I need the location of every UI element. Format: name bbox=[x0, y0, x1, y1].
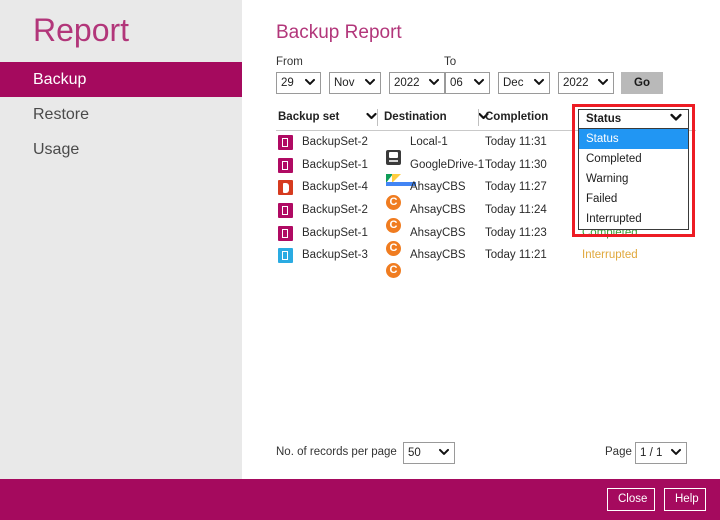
to-year-select[interactable]: 2020202120222023 bbox=[558, 72, 614, 94]
to-month-select[interactable]: JanFebMarAprMayJunJulAugSepOctNovDec bbox=[498, 72, 550, 94]
sidebar-item-restore[interactable]: Restore bbox=[0, 97, 242, 132]
from-label: From bbox=[276, 56, 303, 68]
records-per-page-label: No. of records per page bbox=[276, 446, 397, 458]
cell-backup-set: BackupSet-3 bbox=[302, 249, 368, 262]
cell-completion: Today 11:21 bbox=[485, 249, 547, 262]
records-per-page-wrap: 10203050100 bbox=[403, 442, 455, 464]
to-label: To bbox=[444, 56, 457, 68]
status-filter-select[interactable]: Status bbox=[578, 109, 689, 129]
chevron-down-icon bbox=[670, 113, 682, 125]
cell-backup-set: BackupSet-1 bbox=[302, 226, 368, 239]
column-header-completion: Completion bbox=[485, 106, 579, 129]
cell-destination: AhsayCBS bbox=[410, 181, 466, 194]
page-select-wrap: 1 / 1 bbox=[635, 442, 687, 464]
column-header-label: Destination bbox=[384, 111, 447, 123]
from-year-wrap: 2020202120222023 bbox=[389, 72, 445, 94]
cell-completion: Today 11:31 bbox=[485, 136, 547, 148]
cell-destination: AhsayCBS bbox=[410, 249, 466, 262]
chevron-down-icon[interactable] bbox=[366, 106, 377, 129]
cell-status: Interrupted bbox=[582, 249, 638, 262]
ahsaycbs-icon bbox=[386, 263, 401, 279]
app-title: Report bbox=[33, 12, 130, 48]
sidebar-item-usage[interactable]: Usage bbox=[0, 132, 242, 167]
from-year-select[interactable]: 2020202120222023 bbox=[389, 72, 445, 94]
page-title: Backup Report bbox=[276, 22, 402, 43]
ms-office-icon bbox=[278, 180, 293, 196]
from-month-select[interactable]: JanFebMarAprMayJunJulAugSepOctNovDec bbox=[329, 72, 381, 94]
table-row[interactable]: BackupSet-3 AhsayCBS Today 11:21 Interrupte… bbox=[276, 244, 696, 279]
status-filter-options-list[interactable]: Status Completed Warning Failed Interrupted bbox=[578, 129, 689, 230]
cell-backup-set: BackupSet-1 bbox=[302, 158, 368, 171]
cell-completion: Today 11:30 bbox=[485, 158, 547, 171]
page-select[interactable]: 1 / 1 bbox=[635, 442, 687, 464]
cell-completion: Today 11:27 bbox=[485, 181, 547, 194]
sidebar-item-label: Backup bbox=[33, 71, 87, 88]
help-button[interactable]: Help bbox=[664, 488, 706, 511]
sidebar-item-label: Restore bbox=[33, 106, 90, 123]
cell-backup-set: BackupSet-2 bbox=[302, 204, 368, 217]
status-option-warning[interactable]: Warning bbox=[579, 169, 688, 189]
status-option-interrupted[interactable]: Interrupted bbox=[579, 209, 688, 229]
status-option-failed[interactable]: Failed bbox=[579, 189, 688, 209]
file-icon bbox=[278, 203, 293, 219]
column-header-backup-set[interactable]: Backup set bbox=[278, 106, 378, 129]
cell-backup-set: BackupSet-4 bbox=[302, 181, 368, 194]
status-option-completed[interactable]: Completed bbox=[579, 149, 688, 169]
sidebar-item-backup[interactable]: Backup bbox=[0, 62, 242, 97]
to-day-select[interactable]: 0102030405060708091011121314151617181920… bbox=[445, 72, 490, 94]
header-divider bbox=[478, 109, 479, 126]
sidebar-item-label: Usage bbox=[33, 141, 80, 158]
status-filter-selected-value: Status bbox=[586, 113, 622, 125]
from-day-select[interactable]: 0102030405060708091011121314151617181920… bbox=[276, 72, 321, 94]
column-header-label: Completion bbox=[485, 111, 549, 123]
to-day-wrap: 0102030405060708091011121314151617181920… bbox=[445, 72, 490, 94]
cell-destination: GoogleDrive-1 bbox=[410, 158, 485, 171]
file-icon bbox=[278, 157, 293, 173]
cloud-file-icon bbox=[278, 248, 293, 264]
to-year-wrap: 2020202120222023 bbox=[558, 72, 614, 94]
column-header-destination[interactable]: Destination bbox=[384, 106, 489, 129]
page-label: Page bbox=[605, 446, 632, 458]
from-month-wrap: JanFebMarAprMayJunJulAugSepOctNovDec bbox=[329, 72, 381, 94]
cell-backup-set: BackupSet-2 bbox=[302, 136, 368, 148]
cell-completion: Today 11:23 bbox=[485, 226, 547, 239]
file-icon bbox=[278, 225, 293, 241]
cell-completion: Today 11:24 bbox=[485, 204, 547, 217]
cell-destination: Local-1 bbox=[410, 136, 448, 148]
column-header-label: Backup set bbox=[278, 111, 340, 123]
main-content: Backup Report From To 010203040506070809… bbox=[242, 0, 720, 479]
bottom-action-bar: Close Help bbox=[0, 479, 720, 520]
file-icon bbox=[278, 135, 293, 150]
header-divider bbox=[377, 109, 378, 126]
status-option-status[interactable]: Status bbox=[579, 129, 688, 149]
cell-destination: AhsayCBS bbox=[410, 226, 466, 239]
to-month-wrap: JanFebMarAprMayJunJulAugSepOctNovDec bbox=[498, 72, 550, 94]
sidebar: Report Backup Restore Usage bbox=[0, 0, 242, 479]
records-per-page-select[interactable]: 10203050100 bbox=[403, 442, 455, 464]
go-button[interactable]: Go bbox=[621, 72, 663, 94]
close-button[interactable]: Close bbox=[607, 488, 655, 511]
cell-destination: AhsayCBS bbox=[410, 204, 466, 217]
from-day-wrap: 0102030405060708091011121314151617181920… bbox=[276, 72, 321, 94]
